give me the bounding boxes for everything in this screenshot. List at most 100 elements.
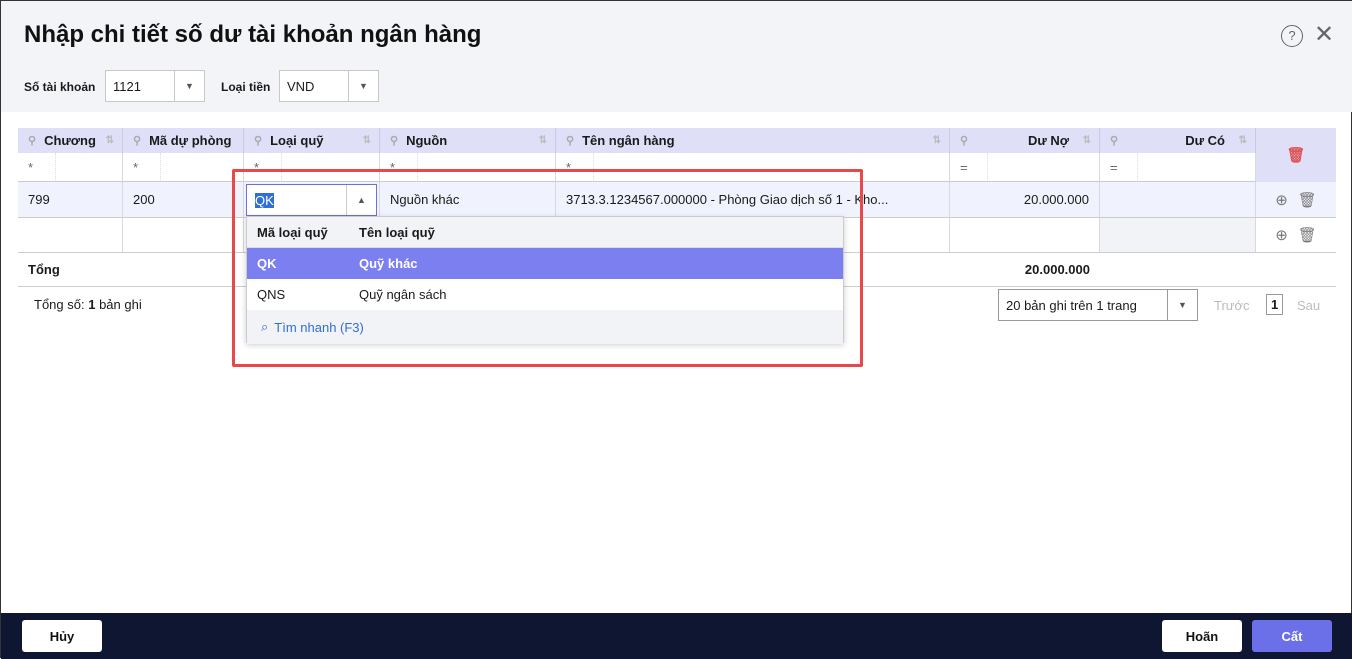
filter-cell[interactable]: * <box>244 153 380 181</box>
pin-icon[interactable]: ⚲ <box>254 134 262 147</box>
cell-chuong[interactable]: 799 <box>18 182 123 217</box>
empty-cell[interactable] <box>1100 218 1256 252</box>
count-suffix: bản ghi <box>99 297 142 312</box>
total-du-no: 20.000.000 <box>1024 262 1090 277</box>
sort-icon[interactable]: ⇅ <box>933 135 941 146</box>
account-label: Số tài khoản <box>24 80 96 94</box>
sort-icon[interactable]: ⇅ <box>1239 135 1247 146</box>
filter-op[interactable]: * <box>133 153 161 181</box>
filter-cell[interactable]: * <box>123 153 244 181</box>
record-count: Tổng số: 1 bản ghi <box>34 297 142 312</box>
save-button[interactable]: Cất <box>1252 620 1332 652</box>
sort-icon[interactable]: ⇅ <box>363 135 371 146</box>
pin-icon[interactable]: ⚲ <box>390 134 398 147</box>
pin-icon[interactable]: ⚲ <box>28 134 36 147</box>
dialog-footer: Hủy Hoãn Cất <box>1 613 1352 659</box>
sort-icon[interactable]: ⇅ <box>106 135 114 146</box>
filter-op[interactable]: = <box>1110 153 1138 181</box>
current-page[interactable]: 1 <box>1266 294 1284 315</box>
col-chuong[interactable]: ⚲ Chương ⇅ <box>18 128 123 153</box>
cancel-button[interactable]: Hủy <box>22 620 102 652</box>
filter-cell[interactable]: * <box>380 153 556 181</box>
item-name: Quỹ ngân sách <box>359 287 447 302</box>
col-label: Mã dự phòng <box>149 133 232 148</box>
empty-cell[interactable] <box>123 218 244 252</box>
col-label: Tên ngân hàng <box>582 133 675 148</box>
item-code: QNS <box>257 287 286 302</box>
currency-select[interactable]: VND ▼ <box>279 70 379 102</box>
dropdown-item[interactable]: QNS Quỹ ngân sách <box>247 279 843 310</box>
account-value: 1121 <box>113 79 141 94</box>
close-icon[interactable]: ✕ <box>1313 23 1335 47</box>
chevron-down-icon[interactable]: ▼ <box>1167 290 1197 320</box>
col-ma-du-phong[interactable]: ⚲ Mã dự phòng <box>123 128 244 153</box>
table-row[interactable]: 799 200 QK ▲ Nguồn khác 3713.3.1234567.00… <box>18 182 1336 218</box>
row-actions: ⊕ 🗑 <box>1256 182 1336 217</box>
dropdown-item[interactable]: QK Quỹ khác <box>247 248 843 279</box>
item-name: Quỹ khác <box>359 256 418 271</box>
count-prefix: Tổng số: <box>34 297 85 312</box>
add-row-icon[interactable]: ⊕ <box>1275 191 1288 209</box>
filter-cell[interactable]: = <box>1100 153 1256 181</box>
add-row-icon[interactable]: ⊕ <box>1275 226 1288 244</box>
chevron-down-icon[interactable]: ▼ <box>348 71 378 101</box>
pin-icon[interactable]: ⚲ <box>133 134 141 147</box>
prev-page-button[interactable]: Trước <box>1214 298 1250 313</box>
help-icon[interactable]: ? <box>1281 25 1303 47</box>
empty-cell[interactable] <box>18 218 123 252</box>
chevron-down-icon[interactable]: ▼ <box>174 71 204 101</box>
filter-op[interactable]: * <box>254 153 282 181</box>
dropdown-col-name: Tên loại quỹ <box>359 224 435 240</box>
filter-op[interactable]: * <box>28 153 56 181</box>
cell-loai-quy[interactable]: QK ▲ <box>244 182 380 217</box>
cell-ten-ngan-hang[interactable]: 3713.3.1234567.000000 - Phòng Giao dịch … <box>556 182 950 217</box>
sort-icon[interactable]: ⇅ <box>1083 135 1091 146</box>
chevron-up-icon[interactable]: ▲ <box>346 184 376 215</box>
currency-label: Loại tiền <box>221 80 271 94</box>
delete-row-icon[interactable]: 🗑 <box>1298 191 1317 209</box>
quick-search-link[interactable]: ⌕ Tìm nhanh (F3) <box>247 310 843 344</box>
quick-search-label: Tìm nhanh (F3) <box>274 319 364 335</box>
dropdown-header: Mã loại quỹ Tên loại quỹ <box>247 217 843 248</box>
selected-text: QK <box>255 192 274 208</box>
filter-op[interactable]: = <box>960 153 988 181</box>
cell-ma-du-phong[interactable]: 200 <box>123 182 244 217</box>
page-size-select[interactable]: 20 bản ghi trên 1 trang ▼ <box>998 289 1198 321</box>
loai-quy-dropdown: Mã loại quỹ Tên loại quỹ QK Quỹ khác QNS Qu… <box>246 216 844 344</box>
pin-icon[interactable]: ⚲ <box>960 134 968 147</box>
cell-du-co[interactable] <box>1100 182 1256 217</box>
col-label: Dư Có <box>1185 133 1225 148</box>
pin-icon[interactable]: ⚲ <box>566 134 574 147</box>
filter-op[interactable]: * <box>390 153 418 181</box>
col-nguon[interactable]: ⚲ Nguồn ⇅ <box>380 128 556 153</box>
delete-all-icon[interactable]: 🗑 <box>1256 128 1336 182</box>
col-label: Chương <box>44 133 96 148</box>
loai-quy-combo[interactable]: QK ▲ <box>246 183 377 216</box>
delete-row-icon[interactable]: 🗑 <box>1298 226 1317 244</box>
col-du-no[interactable]: ⚲ Dư Nợ ⇅ <box>950 128 1100 153</box>
col-label: Dư Nợ <box>1027 133 1069 148</box>
item-code: QK <box>257 256 277 271</box>
undo-button[interactable]: Hoãn <box>1162 620 1242 652</box>
empty-cell[interactable] <box>950 218 1100 252</box>
loai-quy-input[interactable]: QK <box>247 185 346 215</box>
row-actions: ⊕ 🗑 <box>1256 218 1336 252</box>
currency-value: VND <box>287 79 315 94</box>
col-ten-ngan-hang[interactable]: ⚲ Tên ngân hàng ⇅ <box>556 128 950 153</box>
page-size-value: 20 bản ghi trên 1 trang <box>1006 298 1137 313</box>
sort-icon[interactable]: ⇅ <box>539 135 547 146</box>
search-icon: ⌕ <box>261 319 269 334</box>
cell-nguon[interactable]: Nguồn khác <box>380 182 556 217</box>
filter-cell[interactable]: * <box>18 153 123 181</box>
filter-row: * * * * * = = <box>18 153 1256 182</box>
pin-icon[interactable]: ⚲ <box>1110 134 1118 147</box>
filter-op[interactable]: * <box>566 153 594 181</box>
next-page-button[interactable]: Sau <box>1297 298 1320 313</box>
cell-du-no[interactable]: 20.000.000 <box>950 182 1100 217</box>
col-loai-quy[interactable]: ⚲ Loại quỹ ⇅ <box>244 128 380 153</box>
filter-cell[interactable]: = <box>950 153 1100 181</box>
col-du-co[interactable]: ⚲ Dư Có ⇅ <box>1100 128 1256 153</box>
count-value: 1 <box>88 297 96 312</box>
filter-cell[interactable]: * <box>556 153 950 181</box>
account-select[interactable]: 1121 ▼ <box>105 70 205 102</box>
